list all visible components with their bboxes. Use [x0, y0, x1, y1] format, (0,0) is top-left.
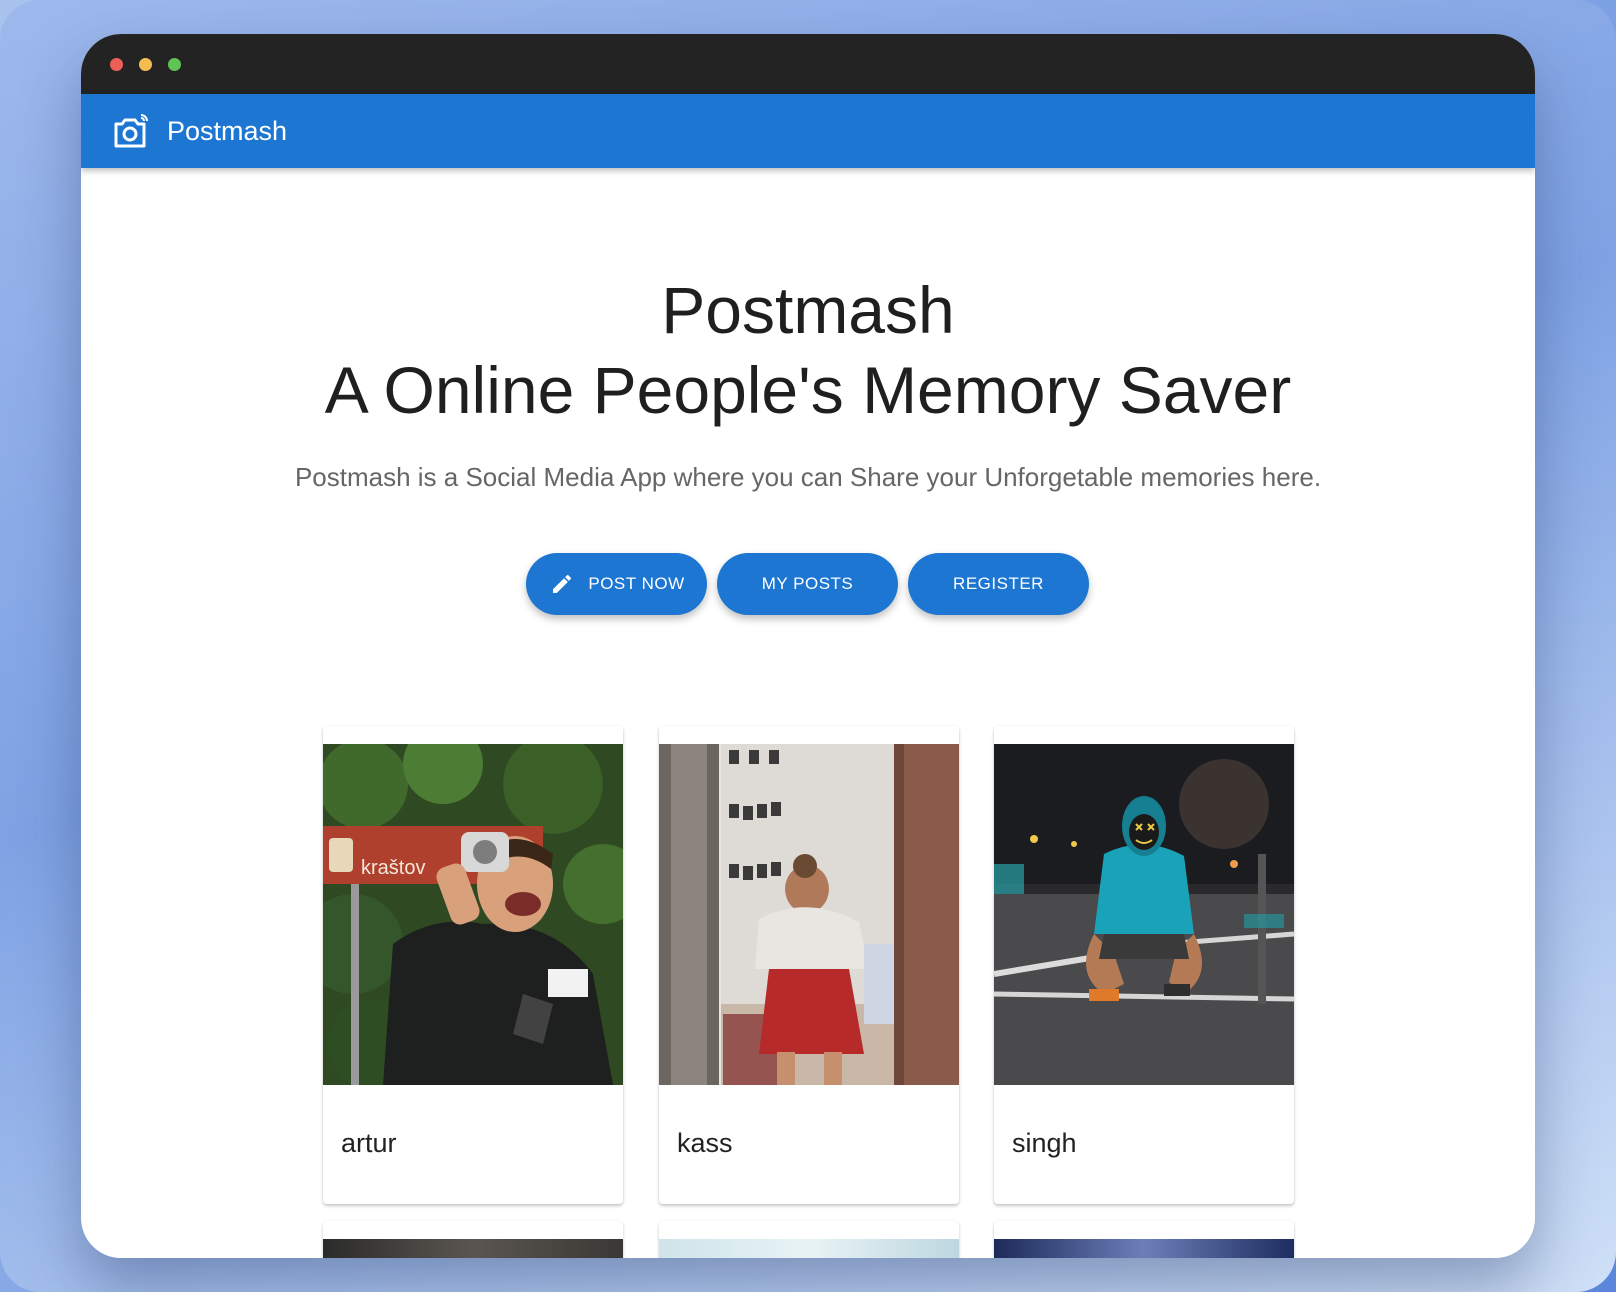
post-now-button[interactable]: POST NOW — [526, 553, 707, 615]
register-button[interactable]: REGISTER — [908, 553, 1089, 615]
post-card[interactable]: singh — [994, 726, 1294, 1204]
browser-window: Postmash Postmash A Online People's Memo… — [81, 34, 1535, 1258]
close-window-button[interactable] — [110, 58, 123, 71]
pencil-icon — [550, 572, 574, 596]
post-author: singh — [1012, 1128, 1077, 1158]
post-image[interactable] — [659, 744, 959, 1085]
post-author: artur — [341, 1128, 397, 1158]
post-card[interactable] — [994, 1221, 1294, 1258]
post-image[interactable] — [323, 1239, 623, 1258]
register-label: REGISTER — [953, 574, 1044, 593]
post-card[interactable]: kass — [659, 726, 959, 1204]
my-posts-button[interactable]: MY POSTS — [717, 553, 898, 615]
post-now-label: POST NOW — [588, 574, 685, 593]
post-card[interactable] — [659, 1221, 959, 1258]
hero-tagline: A Online People's Memory Saver — [324, 353, 1292, 427]
app-bar: Postmash — [81, 94, 1535, 168]
minimize-window-button[interactable] — [139, 58, 152, 71]
post-image[interactable] — [659, 1239, 959, 1258]
post-card[interactable] — [323, 1221, 623, 1258]
post-image[interactable] — [994, 744, 1294, 1085]
hero-title: Postmash — [661, 273, 955, 347]
post-image[interactable]: kraštov — [323, 744, 623, 1085]
post-image[interactable] — [994, 1239, 1294, 1258]
my-posts-label: MY POSTS — [761, 574, 854, 593]
window-titlebar — [81, 34, 1535, 94]
svg-text:kraštov: kraštov — [361, 857, 425, 879]
camera-icon[interactable] — [110, 112, 150, 152]
post-card[interactable]: kraštov artur — [323, 726, 623, 1204]
maximize-window-button[interactable] — [168, 58, 181, 71]
hero-subtitle: Postmash is a Social Media App where you… — [294, 462, 1322, 492]
main-content: Postmash A Online People's Memory Saver … — [81, 168, 1535, 1258]
post-author: kass — [677, 1128, 733, 1158]
brand-name[interactable]: Postmash — [167, 116, 287, 146]
